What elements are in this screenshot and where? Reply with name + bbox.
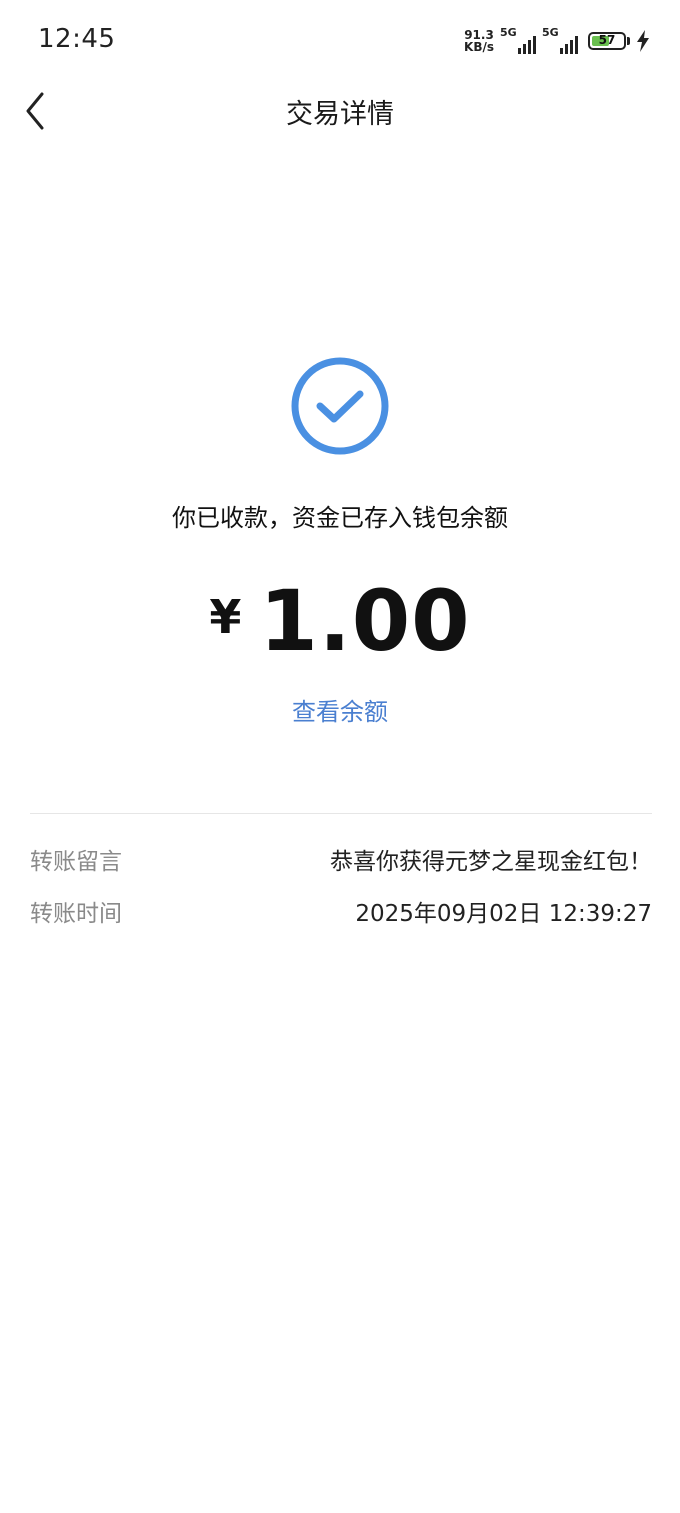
divider xyxy=(30,813,652,814)
page-title: 交易详情 xyxy=(286,99,394,130)
signal-icon: 5G xyxy=(500,26,536,54)
status-indicators: 91.3 KB/s 5G 5G 57 xyxy=(464,26,650,56)
detail-value: 2025年09月02日 12:39:27 xyxy=(355,901,652,927)
detail-value: 恭喜你获得元梦之星现金红包！ xyxy=(330,849,652,875)
battery-level: 57 xyxy=(598,33,616,47)
amount-value: 1.00 xyxy=(259,572,471,670)
success-check-icon xyxy=(291,357,389,455)
signal-label: 5G xyxy=(500,26,517,39)
charging-icon xyxy=(637,30,649,52)
detail-label: 转账留言 xyxy=(30,849,122,875)
signal-icon: 5G xyxy=(542,26,578,54)
status-bar: 12:45 91.3 KB/s 5G 5G 57 xyxy=(0,0,680,80)
detail-row-message: 转账留言 恭喜你获得元梦之星现金红包！ xyxy=(30,842,652,875)
signal-label: 5G xyxy=(542,26,559,39)
status-message: 你已收款，资金已存入钱包余额 xyxy=(172,504,508,532)
detail-row-time: 转账时间 2025年09月02日 12:39:27 xyxy=(30,894,652,927)
network-speed: 91.3 KB/s xyxy=(464,29,494,53)
detail-label: 转账时间 xyxy=(30,901,122,927)
view-balance-link[interactable]: 查看余额 xyxy=(0,692,680,727)
nav-bar: 交易详情 xyxy=(0,80,680,140)
currency-symbol: ¥ xyxy=(209,590,242,644)
status-time: 12:45 xyxy=(38,24,116,54)
network-speed-unit: KB/s xyxy=(464,40,494,54)
amount-display: ¥1.00 xyxy=(0,572,680,670)
battery-icon: 57 xyxy=(588,32,626,50)
battery-cap xyxy=(627,37,630,45)
